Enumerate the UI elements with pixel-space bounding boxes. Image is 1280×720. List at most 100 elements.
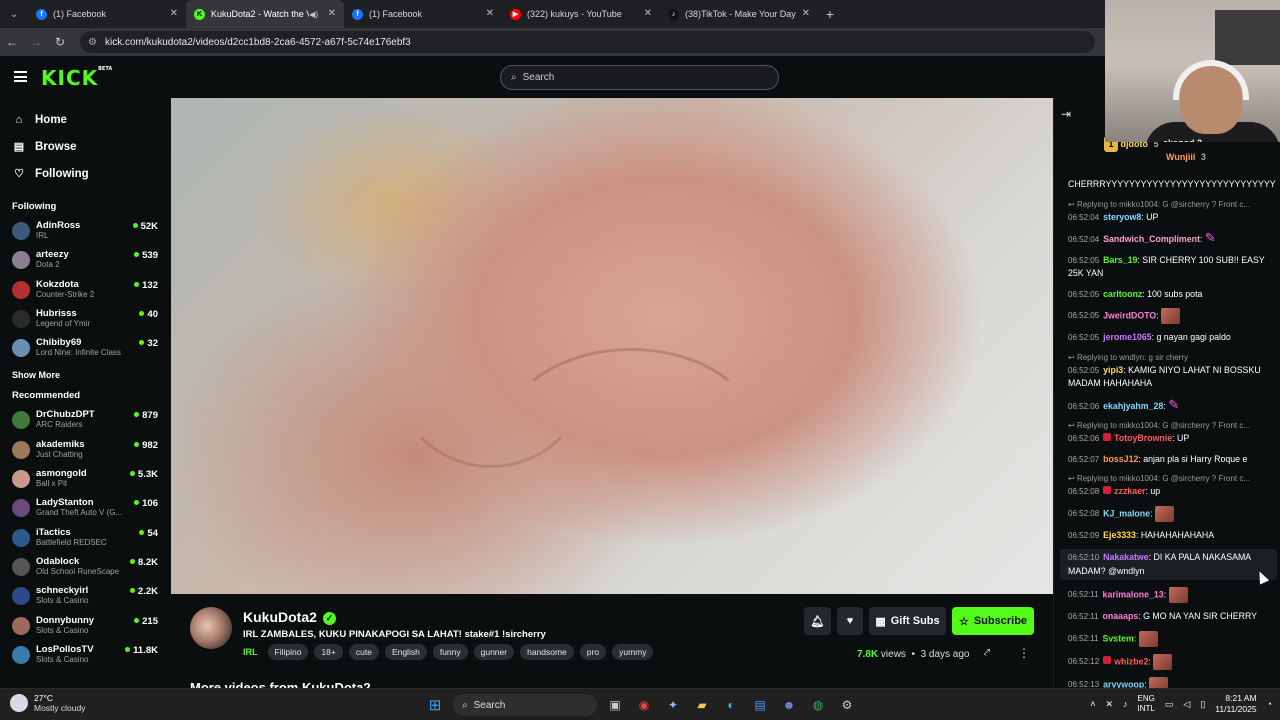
chrome-icon[interactable]: ◉ (633, 694, 655, 716)
chat-username[interactable]: Nakakatwe (1103, 552, 1148, 562)
sidebar-channel[interactable]: Kokzdota Counter-Strike 2 132 (0, 276, 170, 305)
sidebar-nav-home[interactable]: ⌂ Home (0, 106, 170, 133)
chat-message[interactable]: 06:52:09 Eje3333: HAHAHAHAHAHA (1068, 529, 1271, 543)
sidebar-channel[interactable]: iTactics Battlefield REDSEC 54 (0, 524, 170, 553)
sidebar-channel[interactable]: AdinRoss IRL 52K (0, 217, 170, 246)
task-view-icon[interactable]: ▣ (604, 694, 626, 716)
video-player[interactable] (171, 98, 1053, 594)
sidebar-channel[interactable]: Odablock Old School RuneScape 8.2K (0, 553, 170, 582)
taskbar-search[interactable]: ⌕ Search (453, 694, 597, 716)
speaker-icon[interactable]: ◀) (309, 10, 318, 19)
sidebar-channel[interactable]: Donnybunny Slots & Casino 215 (0, 612, 170, 641)
language-indicator[interactable]: ENG INTL (1138, 694, 1155, 714)
tag-chip[interactable]: English (384, 644, 427, 660)
category-link[interactable]: IRL (243, 647, 258, 657)
file-explorer-icon[interactable]: ▰ (691, 694, 713, 716)
chat-username[interactable]: Svstem (1103, 633, 1134, 643)
address-bar[interactable]: ⚙ kick.com/kukudota2/videos/d2cc1bd8-2ca… (80, 31, 1095, 53)
tag-chip[interactable]: yummy (612, 644, 654, 660)
browser-tab[interactable]: ♪ (38)TikTok - Make Your Day ✕ (660, 0, 818, 28)
site-info-icon[interactable]: ⚙ (88, 37, 97, 48)
chat-username[interactable]: karimalone_13 (1103, 589, 1164, 599)
chat-message[interactable]: 06:52:13 arvywoop: (1068, 676, 1271, 688)
new-tab-button[interactable]: + (818, 6, 842, 22)
tag-chip[interactable]: pro (579, 644, 607, 660)
chat-message[interactable]: 06:52:12 whizbe2: (1068, 653, 1271, 670)
chat-message[interactable]: 06:52:04 Sandwich_Compliment: ✎ (1068, 231, 1271, 247)
mic-icon[interactable]: ♪ (1123, 699, 1128, 709)
menu-icon[interactable] (14, 71, 27, 82)
sidebar-channel[interactable]: Hubrisss Legend of Ymir 40 (0, 305, 170, 334)
more-options-icon[interactable]: ⋮ (1018, 646, 1030, 660)
chat-message[interactable]: 06:52:11 onaaaps: G MO NA YAN SIR CHERRY (1068, 610, 1271, 624)
tag-chip[interactable]: gunner (473, 644, 515, 660)
chat-message[interactable]: 06:52:08 zzzkaer: up (1068, 485, 1271, 499)
chat-message[interactable]: 06:52:04 steryow8: UP (1068, 211, 1271, 225)
tag-chip[interactable]: handsome (520, 644, 574, 660)
chat-messages[interactable]: CHERRRYYYYYYYYYYYYYYYYYYYYYYYYYYYYY ↩ Rep… (1054, 178, 1280, 688)
close-tab-icon[interactable]: ✕ (170, 8, 178, 19)
chat-message[interactable]: 06:52:05 jerome1065: g nayan gagi paldo (1068, 331, 1271, 345)
share-icon[interactable]: ⤤ (984, 647, 990, 660)
discord-icon[interactable]: ☻ (778, 694, 800, 716)
chat-username[interactable]: ekahjyahm_28 (1103, 401, 1163, 411)
tag-chip[interactable]: cute (348, 644, 379, 660)
sidebar-nav-following[interactable]: ♡ Following (0, 160, 170, 187)
forward-arrow-icon[interactable]: → (24, 35, 48, 49)
chat-message[interactable]: 06:52:05 Bars_19: SIR CHERRY 100 SUB!! EA… (1068, 254, 1271, 281)
chat-message[interactable]: 06:52:05 JweirdDOTO: (1068, 308, 1271, 324)
close-tab-icon[interactable]: ✕ (802, 8, 810, 19)
notification-bell-button[interactable]: 🔔︎ (804, 607, 831, 635)
tag-chip[interactable]: funny (432, 644, 468, 660)
chat-username[interactable]: yipi3 (1103, 365, 1123, 375)
volume-icon[interactable]: ◁ (1183, 699, 1190, 710)
chat-message[interactable]: 06:52:07 bossJ12: anjan pla si Harry Roqu… (1068, 453, 1271, 467)
sidebar-channel[interactable]: DrChubzDPT ARC Raiders 879 (0, 406, 170, 435)
subscribe-button[interactable]: ☆ Subscribe (952, 607, 1034, 635)
chat-message[interactable]: 06:52:06 TotoyBrownie: UP (1068, 432, 1271, 446)
battery-icon[interactable]: ▯ (1200, 699, 1205, 710)
chat-username[interactable]: Eje3333 (1103, 530, 1136, 540)
store-icon[interactable]: ▤ (749, 694, 771, 716)
reload-icon[interactable]: ↻ (48, 35, 72, 49)
chat-username[interactable]: KJ_malone (1103, 508, 1150, 518)
sidebar-channel[interactable]: Chibiby69 Lord Nine: Infinite Class 32 (0, 334, 170, 363)
notification-icon[interactable]: ◔ (1267, 699, 1272, 709)
chat-message[interactable]: 06:52:08 KJ_malone: (1068, 505, 1271, 522)
chat-message[interactable]: 06:52:11 karimalone_13: (1068, 587, 1271, 603)
sidebar-channel[interactable]: akademiks Just Chatting 982 (0, 436, 170, 465)
sidebar-nav-browse[interactable]: ▤ Browse (0, 133, 170, 160)
chat-username[interactable]: Bars_19 (1103, 255, 1137, 265)
chat-username[interactable]: carltoonz (1103, 289, 1142, 299)
start-icon[interactable]: ⊞ (424, 694, 446, 716)
chat-message[interactable]: CHERRRYYYYYYYYYYYYYYYYYYYYYYYYYYYYY (1068, 178, 1276, 192)
channel-name[interactable]: KukuDota2 ✓ (243, 609, 336, 625)
chat-message[interactable]: 06:52:05 carltoonz: 100 subs pota (1068, 288, 1271, 302)
sidebar-channel[interactable]: LadyStanton Grand Theft Auto V (G... 106 (0, 494, 170, 523)
edge-icon[interactable]: ◐ (720, 694, 742, 716)
browser-tab[interactable]: ▶ (322) kukuys - YouTube ✕ (502, 0, 660, 28)
weather-widget[interactable]: 27°C Mostly cloudy (10, 693, 86, 713)
chat-username[interactable]: jerome1065 (1103, 332, 1151, 342)
steam-icon[interactable]: ⚙ (836, 694, 858, 716)
chat-username[interactable]: JweirdDOTO (1103, 310, 1156, 320)
spotify-icon[interactable]: ◍ (807, 694, 829, 716)
chat-message[interactable]: 06:52:05 yipi3: KAMIG NIYO LAHAT NI BOSSK… (1068, 364, 1271, 391)
chat-username[interactable]: Sandwich_Compliment (1103, 234, 1200, 244)
chevron-up-icon[interactable]: ˄ (1090, 699, 1095, 709)
tag-chip[interactable]: Filipino (267, 644, 309, 660)
tab-search-icon[interactable]: ⌄ (0, 0, 28, 28)
chat-message[interactable]: 06:52:10 Nakakatwe: DI KA PALA NAKASAMA M… (1060, 549, 1277, 580)
chat-username[interactable]: zzzkaer (1114, 486, 1145, 496)
browser-tab[interactable]: f (1) Facebook ✕ (28, 0, 186, 28)
channel-avatar[interactable] (190, 607, 232, 649)
chat-username[interactable]: arvywoop (1103, 679, 1144, 688)
mute-icon[interactable]: ✕ (1106, 699, 1114, 710)
collapse-chat-icon[interactable]: ⇥ (1061, 107, 1071, 121)
search-input[interactable]: ⌕ Search (500, 65, 779, 90)
chat-message[interactable]: 06:52:11 Svstem: (1068, 630, 1271, 647)
chat-username[interactable]: steryow8 (1103, 212, 1141, 222)
sidebar-channel[interactable]: arteezy Dota 2 539 (0, 246, 170, 275)
browser-tab[interactable]: K KukuDota2 - Watch the VO ◀) ✕ (186, 0, 344, 28)
tag-chip[interactable]: 18+ (314, 644, 343, 660)
